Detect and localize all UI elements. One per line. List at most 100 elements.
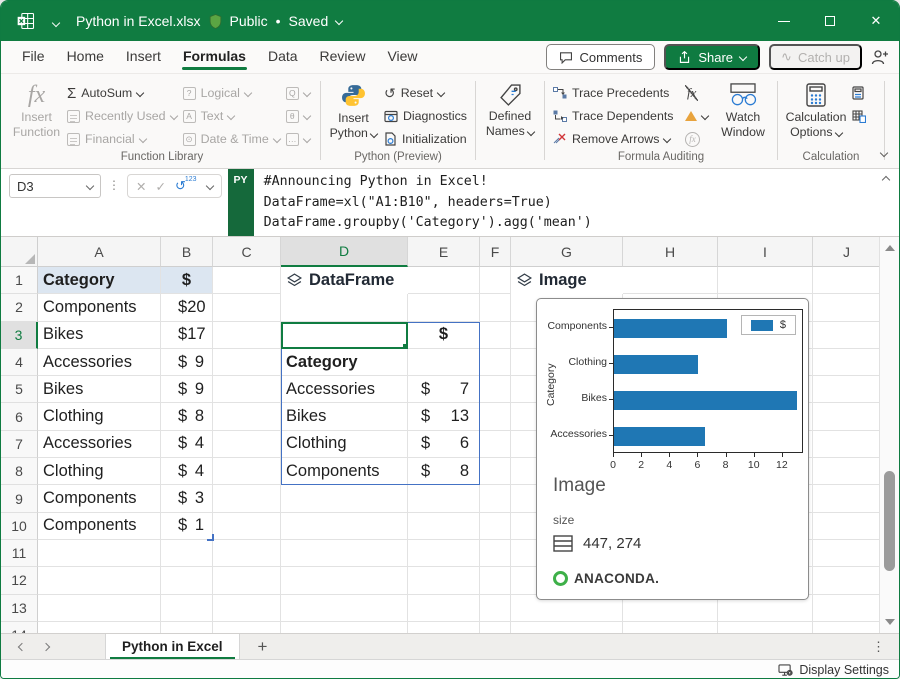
defined-names-button[interactable]: Defined Names — [481, 80, 539, 138]
formula-input[interactable]: #Announcing Python in Excel!DataFrame=xl… — [254, 169, 899, 236]
cell-J8[interactable] — [813, 458, 881, 485]
diagnostics-button[interactable]: Diagnostics — [381, 105, 470, 127]
cell-J9[interactable] — [813, 485, 881, 512]
cell-D9[interactable] — [281, 485, 408, 512]
cell-C7[interactable] — [213, 431, 281, 458]
cell-C5[interactable] — [213, 376, 281, 403]
cell-A2[interactable]: Components — [38, 294, 161, 321]
cell-J5[interactable] — [813, 376, 881, 403]
row-header-12[interactable]: 12 — [1, 567, 38, 594]
cell-E9[interactable] — [408, 485, 480, 512]
column-header-E[interactable]: E — [408, 237, 480, 267]
column-header-D[interactable]: D — [281, 237, 408, 267]
row-header-9[interactable]: 9 — [1, 485, 38, 512]
row-header-13[interactable]: 13 — [1, 595, 38, 622]
row-header-2[interactable]: 2 — [1, 294, 38, 321]
cell-A13[interactable] — [38, 595, 161, 622]
cell-C9[interactable] — [213, 485, 281, 512]
cell-D7[interactable]: Clothing — [281, 431, 408, 458]
scroll-up-icon[interactable] — [885, 245, 895, 251]
cell-A6[interactable]: Clothing — [38, 403, 161, 430]
watch-window-button[interactable]: Watch Window — [714, 80, 772, 139]
tab-review[interactable]: Review — [309, 46, 377, 69]
cell-D6[interactable]: Bikes — [281, 403, 408, 430]
row-header-7[interactable]: 7 — [1, 431, 38, 458]
minimize-button[interactable] — [761, 1, 807, 41]
enter-icon[interactable]: ✓ — [155, 179, 165, 194]
tab-insert[interactable]: Insert — [115, 46, 172, 69]
name-box[interactable]: D3 — [9, 174, 101, 198]
sheet-next-icon[interactable] — [42, 642, 50, 650]
column-header-H[interactable]: H — [623, 237, 718, 267]
cell-E1[interactable] — [408, 267, 480, 294]
cell-B14[interactable] — [161, 622, 213, 633]
logical-button[interactable]: ?Logical — [180, 82, 283, 104]
calculation-options-button[interactable]: Calculation Options — [783, 80, 849, 139]
cell-F11[interactable] — [480, 540, 511, 567]
cell-B11[interactable] — [161, 540, 213, 567]
cell-J10[interactable] — [813, 513, 881, 540]
math-trig-button[interactable]: θ — [283, 105, 315, 127]
cell-D3[interactable] — [281, 322, 408, 349]
code-line-2[interactable]: DataFrame=xl("A1:B10", headers=True) — [264, 193, 889, 214]
cell-A8[interactable]: Clothing — [38, 458, 161, 485]
cell-F8[interactable] — [480, 458, 511, 485]
cell-A9[interactable]: Components — [38, 485, 161, 512]
tab-view[interactable]: View — [376, 46, 428, 69]
tab-bar-more-icon[interactable]: ⋮ — [858, 634, 899, 659]
cell-E7[interactable]: $6 — [408, 431, 480, 458]
cell-E13[interactable] — [408, 595, 480, 622]
cell-H1[interactable] — [623, 267, 718, 294]
cell-F12[interactable] — [480, 567, 511, 594]
cell-G14[interactable] — [511, 622, 623, 633]
convert-to-value-icon[interactable]: ↺123 — [175, 178, 198, 194]
cell-D14[interactable] — [281, 622, 408, 633]
cell-J4[interactable] — [813, 349, 881, 376]
row-header-10[interactable]: 10 — [1, 513, 38, 540]
cell-C4[interactable] — [213, 349, 281, 376]
cell-J2[interactable] — [813, 294, 881, 321]
column-header-J[interactable]: J — [813, 237, 881, 267]
cell-F3[interactable] — [480, 322, 511, 349]
cell-F9[interactable] — [480, 485, 511, 512]
cell-A12[interactable] — [38, 567, 161, 594]
cell-F13[interactable] — [480, 595, 511, 622]
cell-D5[interactable]: Accessories — [281, 376, 408, 403]
cell-F14[interactable] — [480, 622, 511, 633]
cell-G1[interactable]: Image — [511, 267, 623, 294]
cell-J14[interactable] — [813, 622, 881, 633]
privacy-label[interactable]: Public — [230, 13, 268, 29]
cell-C12[interactable] — [213, 567, 281, 594]
cell-A14[interactable] — [38, 622, 161, 633]
cell-B7[interactable]: $4 — [161, 431, 213, 458]
cell-D11[interactable] — [281, 540, 408, 567]
insert-function-chevron-icon[interactable] — [205, 182, 213, 190]
cell-D12[interactable] — [281, 567, 408, 594]
cell-F7[interactable] — [480, 431, 511, 458]
cell-C3[interactable] — [213, 322, 281, 349]
cell-B1[interactable]: $ — [161, 267, 213, 294]
cell-A10[interactable]: Components — [38, 513, 161, 540]
column-header-C[interactable]: C — [213, 237, 281, 267]
cell-C1[interactable] — [213, 267, 281, 294]
cell-C13[interactable] — [213, 595, 281, 622]
code-line-3[interactable]: DataFrame.groupby('Category').agg('mean'… — [264, 213, 889, 234]
cell-J13[interactable] — [813, 595, 881, 622]
trace-dependents-button[interactable]: Trace Dependents — [550, 105, 682, 127]
autosum-button[interactable]: ΣAutoSum — [64, 82, 180, 104]
cell-C8[interactable] — [213, 458, 281, 485]
name-box-chevron-icon[interactable] — [86, 182, 94, 190]
error-checking-button[interactable] — [682, 105, 711, 127]
cell-F4[interactable] — [480, 349, 511, 376]
row-header-11[interactable]: 11 — [1, 540, 38, 567]
cell-C11[interactable] — [213, 540, 281, 567]
cell-H14[interactable] — [623, 622, 718, 633]
save-state-chevron-icon[interactable] — [335, 17, 343, 25]
cell-F2[interactable] — [480, 294, 511, 321]
cell-D1[interactable]: DataFrame — [281, 267, 408, 294]
cell-B5[interactable]: $9 — [161, 376, 213, 403]
excel-app-icon[interactable] — [16, 11, 36, 31]
trace-precedents-button[interactable]: Trace Precedents — [550, 82, 682, 104]
image-preview-card[interactable]: $ Category ComponentsClothingBikesAccess… — [536, 298, 809, 600]
tab-data[interactable]: Data — [257, 46, 309, 69]
